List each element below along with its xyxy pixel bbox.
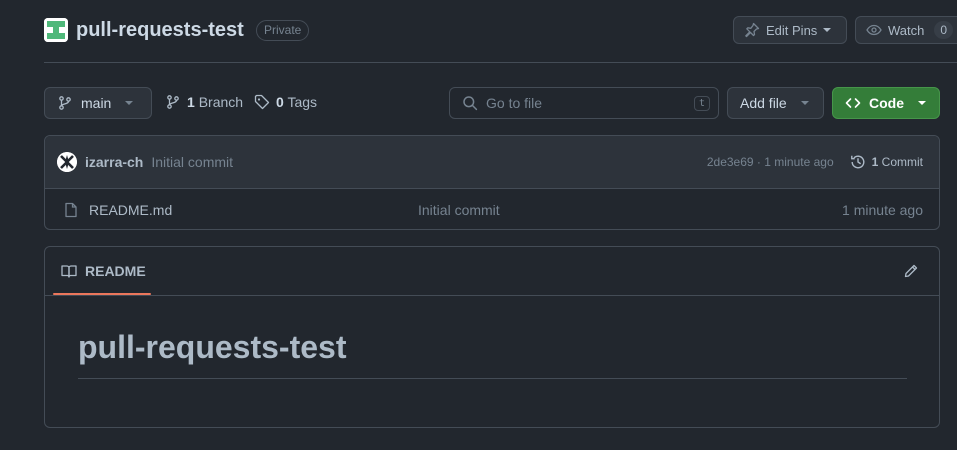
- pin-icon: [744, 22, 760, 38]
- branch-name: main: [81, 95, 112, 111]
- code-label: Code: [869, 95, 904, 111]
- branches-link[interactable]: 1 Branch: [165, 94, 243, 110]
- readme-tab-label: README: [85, 263, 146, 279]
- search-icon: [462, 95, 478, 111]
- readme-panel: README pull-requests-test: [44, 246, 940, 428]
- header-divider: [44, 62, 957, 63]
- commit-author[interactable]: izarra-ch: [85, 154, 143, 170]
- pencil-icon: [903, 263, 919, 279]
- file-age: 1 minute ago: [842, 201, 923, 218]
- tag-icon: [254, 94, 270, 110]
- readme-heading-rule: [78, 378, 907, 379]
- go-to-file-input[interactable]: Go to file t: [449, 87, 719, 119]
- code-button[interactable]: Code: [832, 87, 940, 119]
- edit-readme-button[interactable]: [903, 263, 919, 279]
- branch-label: Branch: [198, 94, 244, 110]
- repo-identicon-icon: [44, 18, 68, 42]
- book-icon: [61, 263, 77, 279]
- add-file-button[interactable]: Add file: [727, 87, 824, 119]
- avatar[interactable]: [57, 152, 77, 172]
- watch-count: 0: [934, 21, 954, 39]
- readme-tab-underline: [53, 293, 151, 295]
- tag-label: Tags: [287, 94, 318, 110]
- file-icon: [63, 202, 79, 218]
- commits-link[interactable]: 1 Commit: [850, 154, 923, 170]
- chevron-down-icon: [918, 101, 926, 105]
- commit-count: 1: [871, 155, 879, 169]
- chevron-down-icon: [125, 101, 134, 105]
- watch-button[interactable]: Watch 0: [855, 16, 957, 44]
- history-icon: [850, 154, 866, 170]
- tab-readme[interactable]: README: [53, 247, 151, 295]
- readme-header: README: [45, 247, 939, 296]
- git-branch-icon: [57, 95, 73, 111]
- search-placeholder: Go to file: [486, 95, 543, 111]
- tags-link[interactable]: 0 Tags: [254, 94, 317, 110]
- git-branch-icon: [165, 94, 181, 110]
- commit-message[interactable]: Initial commit: [151, 154, 233, 170]
- code-icon: [845, 95, 861, 111]
- branch-select-button[interactable]: main: [44, 87, 152, 119]
- commit-meta[interactable]: 2de3e69 · 1 minute ago: [707, 155, 834, 169]
- edit-pins-button[interactable]: Edit Pins: [733, 16, 847, 44]
- branch-count: 1: [187, 94, 195, 110]
- file-row: README.md Initial commit 1 minute ago: [45, 189, 939, 229]
- commit-label: Commit: [881, 155, 923, 169]
- visibility-badge: Private: [256, 20, 310, 41]
- repo-name[interactable]: pull-requests-test: [76, 16, 244, 44]
- tag-count: 0: [276, 94, 284, 110]
- file-name[interactable]: README.md: [89, 202, 172, 218]
- add-file-label: Add file: [740, 95, 787, 111]
- chevron-down-icon: [800, 101, 809, 105]
- watch-label: Watch: [888, 22, 925, 38]
- file-commit-message[interactable]: Initial commit: [418, 202, 500, 218]
- file-listing: izarra-ch Initial commit 2de3e69 · 1 min…: [44, 135, 940, 230]
- chevron-down-icon: [823, 28, 832, 32]
- search-shortcut-key: t: [693, 95, 710, 111]
- edit-pins-label: Edit Pins: [766, 22, 818, 38]
- latest-commit-row: izarra-ch Initial commit 2de3e69 · 1 min…: [45, 136, 939, 189]
- readme-title: pull-requests-test: [78, 329, 347, 365]
- eye-icon: [866, 22, 882, 38]
